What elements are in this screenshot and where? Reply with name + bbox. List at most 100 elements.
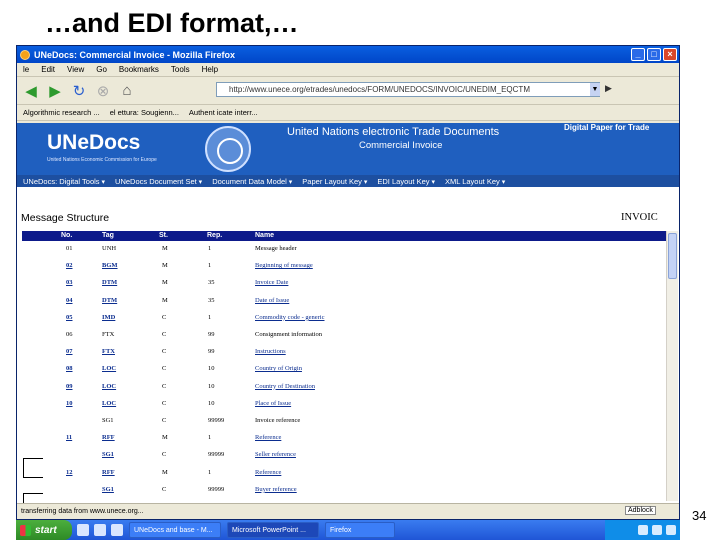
back-button[interactable]: ◀	[21, 81, 41, 101]
table-row: 02 BGM M 1 Beginning of message	[22, 260, 667, 273]
cell-status: M	[162, 468, 168, 476]
reload-button[interactable]: ↻	[69, 81, 89, 101]
menu-go[interactable]: Go	[96, 65, 107, 74]
close-button[interactable]: ×	[663, 48, 677, 61]
cell-no[interactable]: 12	[66, 469, 73, 476]
cell-name[interactable]: Invoice Date	[255, 279, 288, 286]
nav-digital-tools[interactable]: UNeDocs: Digital Tools	[23, 177, 105, 186]
cell-name[interactable]: Country of Destination	[255, 383, 315, 390]
start-button[interactable]: start	[16, 520, 72, 540]
unedocs-logo[interactable]: UNeDocs United Nations Economic Commissi…	[47, 131, 197, 171]
taskbar-item-unedocs[interactable]: UNeDocs and base - M...	[129, 522, 221, 538]
table-row: 12 RFF M 1 Reference	[22, 467, 667, 480]
cell-name[interactable]: Beginning of message	[255, 262, 313, 269]
cell-name[interactable]: Reference	[255, 469, 281, 476]
cell-name[interactable]: Country of Origin	[255, 365, 302, 372]
cell-name[interactable]: Place of Issue	[255, 400, 291, 407]
home-button[interactable]: ⌂	[117, 81, 137, 101]
cell-tag[interactable]: LOC	[102, 383, 116, 390]
cell-tag[interactable]: SG1	[102, 486, 114, 493]
quicklaunch-icon[interactable]	[77, 524, 89, 536]
url-input[interactable]: http://www.unece.org/etrades/unedocs/FOR…	[216, 82, 600, 97]
cell-rep: 10	[208, 382, 215, 390]
cell-name[interactable]: Date of Issue	[255, 297, 289, 304]
cell-name[interactable]: Instructions	[255, 348, 286, 355]
minimize-button[interactable]: _	[631, 48, 645, 61]
menu-file[interactable]: le	[23, 65, 29, 74]
cell-name[interactable]: Buyer reference	[255, 486, 297, 493]
cell-status: C	[162, 417, 167, 424]
cell-tag[interactable]: LOC	[102, 400, 116, 407]
cell-tag[interactable]: IMD	[102, 314, 115, 321]
menu-help[interactable]: Help	[202, 65, 218, 74]
cell-rep: 99	[208, 331, 215, 338]
tray-volume-icon[interactable]	[652, 525, 662, 535]
table-row: 04 DTM M 35 Date of Issue	[22, 295, 667, 308]
table-row: 05 IMD C 1 Commodity code - generic	[22, 312, 667, 325]
url-dropdown-button[interactable]: ▼	[590, 83, 600, 96]
vertical-scrollbar[interactable]	[666, 231, 678, 501]
bookmark-item[interactable]: Algorithmic research ...	[23, 108, 100, 117]
cell-tag[interactable]: FTX	[102, 348, 115, 355]
cell-tag[interactable]: DTM	[102, 297, 117, 304]
window-title: UNeDocs: Commercial Invoice - Mozilla Fi…	[34, 49, 236, 60]
cell-status: C	[162, 451, 167, 459]
cell-tag: SG1	[102, 417, 114, 424]
cell-no[interactable]: 03	[66, 279, 73, 286]
cell-name[interactable]: Seller reference	[255, 451, 296, 458]
home-icon: ⌂	[122, 82, 132, 99]
window-titlebar[interactable]: UNeDocs: Commercial Invoice - Mozilla Fi…	[17, 46, 679, 63]
scrollbar-thumb[interactable]	[668, 233, 677, 279]
nav-document-set[interactable]: UNeDocs Document Set	[115, 177, 202, 186]
cell-rep: 10	[208, 365, 215, 373]
cell-tag[interactable]: SG1	[102, 451, 114, 458]
column-header-no: No.	[61, 232, 73, 239]
cell-name[interactable]: Reference	[255, 434, 281, 441]
menu-edit[interactable]: Edit	[41, 65, 55, 74]
adblock-button[interactable]: Adblock	[625, 506, 656, 515]
cell-tag[interactable]: DTM	[102, 279, 117, 286]
quicklaunch-icon[interactable]	[111, 524, 123, 536]
cell-tag[interactable]: RFF	[102, 469, 115, 476]
banner-title: United Nations electronic Trade Document…	[287, 126, 500, 138]
cell-name[interactable]: Commodity code - generic	[255, 314, 325, 321]
forward-button[interactable]: ▶	[45, 81, 65, 101]
go-button[interactable]: ▶	[605, 83, 623, 96]
cell-no[interactable]: 05	[66, 314, 73, 321]
maximize-button[interactable]: □	[647, 48, 661, 61]
cell-rep: 1	[208, 434, 212, 442]
tray-security-icon[interactable]	[666, 525, 676, 535]
tray-network-icon[interactable]	[638, 525, 648, 535]
bookmark-item[interactable]: el ettura: Sougienn...	[110, 108, 179, 117]
cell-rep: 99999	[208, 485, 225, 493]
cell-no[interactable]: 04	[66, 297, 73, 304]
cell-rep: 1	[208, 313, 212, 321]
cell-no[interactable]: 07	[66, 348, 73, 355]
quicklaunch-icon[interactable]	[94, 524, 106, 536]
system-tray	[605, 520, 680, 540]
nav-paper-layout-key[interactable]: Paper Layout Key	[302, 177, 367, 186]
cell-tag[interactable]: BGM	[102, 262, 118, 269]
cell-no[interactable]: 08	[66, 365, 73, 372]
slide-title: …and EDI format,…	[45, 8, 299, 38]
cell-no[interactable]: 02	[66, 262, 73, 269]
cell-no[interactable]: 10	[66, 400, 73, 407]
menu-tools[interactable]: Tools	[171, 65, 190, 74]
cell-no: 01	[66, 245, 73, 252]
cell-tag[interactable]: RFF	[102, 434, 115, 441]
taskbar-item-firefox[interactable]: Firefox	[325, 522, 395, 538]
cell-status: M	[162, 434, 168, 442]
menu-bookmarks[interactable]: Bookmarks	[119, 65, 159, 74]
cell-tag[interactable]: LOC	[102, 365, 116, 372]
bookmark-item[interactable]: Authent icate interr...	[189, 108, 258, 117]
cell-rep: 1	[208, 262, 212, 270]
nav-data-model[interactable]: Document Data Model	[212, 177, 292, 186]
nav-edi-layout-key[interactable]: EDI Layout Key	[377, 177, 435, 186]
stop-button[interactable]: ⊗	[93, 81, 113, 101]
nav-xml-layout-key[interactable]: XML Layout Key	[445, 177, 505, 186]
menu-view[interactable]: View	[67, 65, 84, 74]
taskbar-item-powerpoint[interactable]: Microsoft PowerPoint ...	[227, 522, 319, 538]
cell-no[interactable]: 11	[66, 434, 72, 441]
cell-rep: 35	[208, 279, 215, 287]
cell-no[interactable]: 09	[66, 383, 73, 390]
